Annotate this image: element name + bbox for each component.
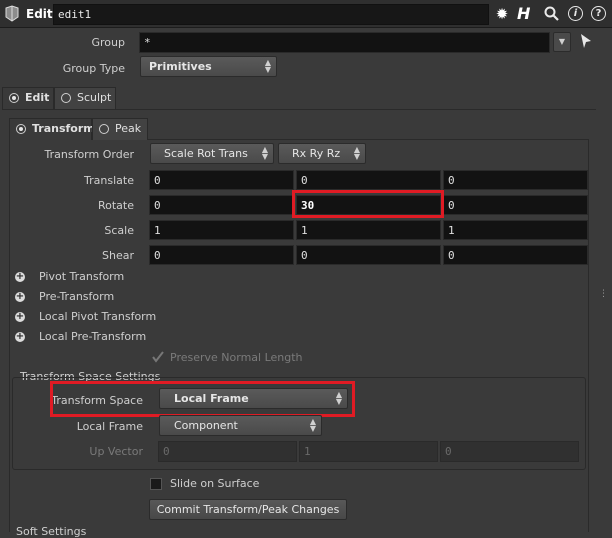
- transform-space-highlight: [50, 381, 355, 417]
- rotate-order-menu[interactable]: Rx Ry Rz ▲ ▼: [278, 143, 366, 164]
- translate-label: Translate: [84, 174, 134, 187]
- slide-on-surface-checkbox[interactable]: [150, 478, 162, 490]
- folder-label: Local Pre-Transform: [39, 330, 147, 343]
- scale-y-field[interactable]: 1: [296, 220, 441, 240]
- up-vector-y-field[interactable]: 1: [299, 441, 438, 462]
- local-frame-menu[interactable]: Component ▲ ▼: [159, 415, 322, 436]
- updown-icon: ▲ ▼: [309, 417, 316, 433]
- group-type-menu[interactable]: Primitives ▲ ▼: [140, 56, 277, 77]
- group-field[interactable]: *: [139, 32, 550, 53]
- help-icon[interactable]: ?: [591, 6, 606, 21]
- folder-label: Pre-Transform: [39, 290, 115, 303]
- tab-sculpt-radio: [61, 93, 71, 103]
- scale-z-field[interactable]: 1: [443, 220, 588, 240]
- commit-changes-button[interactable]: Commit Transform/Peak Changes: [149, 499, 347, 520]
- folder-local-pivot-transform[interactable]: + Local Pivot Transform: [15, 310, 215, 324]
- tab-peak-radio: [99, 124, 109, 134]
- transform-order-label: Transform Order: [44, 148, 134, 161]
- transform-order-value: Scale Rot Trans: [164, 147, 248, 160]
- rotate-label: Rotate: [97, 199, 134, 212]
- gear-icon[interactable]: ✹: [493, 5, 511, 23]
- plus-icon: +: [15, 311, 25, 322]
- folder-pivot-transform[interactable]: + Pivot Transform: [15, 270, 215, 284]
- up-vector-label: Up Vector: [89, 445, 143, 458]
- updown-icon: ▲ ▼: [261, 145, 268, 161]
- tab-peak[interactable]: Peak: [92, 118, 148, 140]
- rotate-y-highlight: [292, 190, 444, 218]
- slide-on-surface-label: Slide on Surface: [170, 477, 260, 490]
- preserve-normal-label[interactable]: Preserve Normal Length: [170, 351, 303, 364]
- rotate-x-field[interactable]: 0: [149, 195, 294, 215]
- tab-edit[interactable]: Edit: [2, 87, 54, 109]
- info-icon[interactable]: i: [568, 6, 583, 21]
- pointer-arrow-icon[interactable]: [580, 33, 592, 49]
- node-type-icon: [3, 5, 21, 23]
- plus-icon: +: [15, 271, 25, 282]
- rotate-z-field[interactable]: 0: [443, 195, 588, 215]
- scrollbar-handle[interactable]: ⋮⋮: [599, 290, 612, 306]
- rotate-order-value: Rx Ry Rz: [292, 147, 341, 160]
- search-icon[interactable]: [543, 5, 561, 23]
- shear-z-field[interactable]: 0: [443, 245, 588, 265]
- local-frame-label: Local Frame: [76, 420, 143, 433]
- tab-sculpt-label: Sculpt: [77, 91, 112, 104]
- shear-y-field[interactable]: 0: [296, 245, 441, 265]
- plus-icon: +: [15, 331, 25, 342]
- folder-local-pre-transform[interactable]: + Local Pre-Transform: [15, 330, 215, 344]
- tab-transform-label: Transform: [32, 122, 95, 135]
- up-vector-z-field[interactable]: 0: [440, 441, 579, 462]
- group-type-value: Primitives: [149, 60, 212, 73]
- mode-tabs-rule: [2, 109, 596, 110]
- scale-label: Scale: [104, 224, 134, 237]
- tab-transform[interactable]: Transform: [9, 118, 95, 140]
- folder-pre-transform[interactable]: + Pre-Transform: [15, 290, 215, 304]
- shear-x-field[interactable]: 0: [149, 245, 294, 265]
- updown-icon: ▲ ▼: [353, 145, 360, 161]
- shear-label: Shear: [102, 249, 134, 262]
- houdini-help-icon[interactable]: H: [517, 4, 537, 24]
- node-type-label: Edit: [26, 7, 53, 21]
- tab-edit-radio: [9, 93, 19, 103]
- tab-sculpt[interactable]: Sculpt: [54, 87, 116, 109]
- folder-label: Pivot Transform: [39, 270, 125, 283]
- group-type-label: Group Type: [62, 62, 125, 75]
- translate-z-field[interactable]: 0: [443, 170, 588, 190]
- folder-label: Local Pivot Transform: [39, 310, 157, 323]
- up-vector-x-field[interactable]: 0: [158, 441, 297, 462]
- group-label: Group: [91, 36, 126, 49]
- local-frame-value: Component: [174, 419, 238, 432]
- check-icon: [151, 350, 165, 364]
- scale-x-field[interactable]: 1: [149, 220, 294, 240]
- translate-y-field[interactable]: 0: [296, 170, 441, 190]
- node-name-field[interactable]: edit1: [53, 4, 489, 25]
- translate-x-field[interactable]: 0: [149, 170, 294, 190]
- tab-transform-radio: [16, 124, 26, 134]
- group-menu-button[interactable]: ▼: [553, 32, 571, 52]
- tab-edit-label: Edit: [25, 91, 50, 104]
- updown-icon: ▲ ▼: [264, 58, 271, 74]
- transform-order-menu[interactable]: Scale Rot Trans ▲ ▼: [150, 143, 274, 164]
- tab-peak-label: Peak: [115, 122, 142, 135]
- plus-icon: +: [15, 291, 25, 302]
